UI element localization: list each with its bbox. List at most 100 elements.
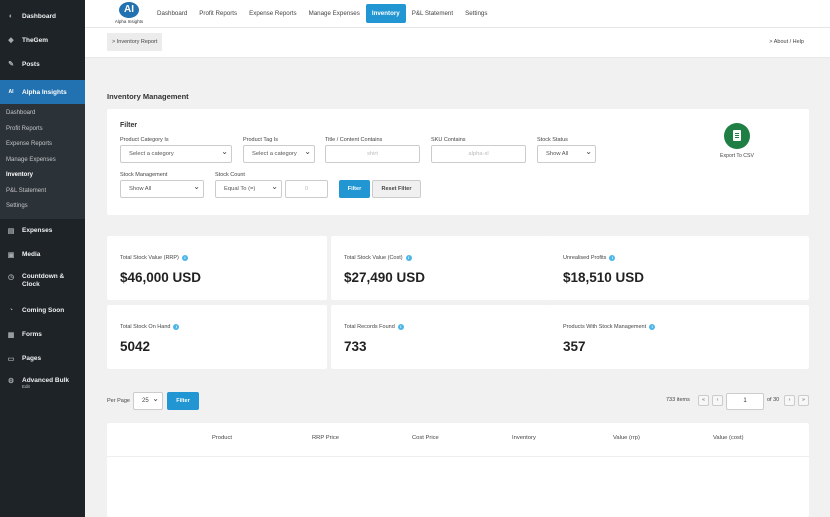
product-category-label: Product Category Is (120, 137, 169, 143)
stock-count-label: Stock Count (215, 172, 245, 178)
submenu-pl-statement[interactable]: P&L Statement (0, 184, 85, 200)
items-count: 733 items (666, 397, 690, 403)
about-help-link[interactable]: > About / Help (769, 39, 804, 45)
next-page-button[interactable]: › (784, 395, 795, 406)
total-pages: of 30 (767, 397, 780, 403)
sidebar-item-label: Dashboard (22, 12, 56, 20)
tab-pl-statement[interactable]: P&L Statement (406, 4, 459, 23)
main-content: Inventory Management Filter Product Cate… (85, 58, 830, 517)
last-page-button[interactable]: » (798, 395, 809, 406)
stat-label: Total Records Found i (344, 324, 404, 330)
product-tag-select[interactable]: Select a category (243, 145, 315, 163)
ai-icon: AI (8, 89, 14, 95)
tab-dashboard[interactable]: Dashboard (151, 4, 193, 23)
product-category-select[interactable]: Select a category (120, 145, 232, 163)
stock-status-select[interactable]: Show All (537, 145, 596, 163)
sidebar-item-label: Alpha Insights (22, 88, 67, 96)
sidebar-item-label: Forms (22, 331, 42, 338)
submenu-manage-expenses[interactable]: Manage Expenses (0, 153, 85, 169)
sidebar-item-countdown[interactable]: ◷ Countdown & Clock (0, 267, 85, 299)
stat-card-stock-value-rrp: Total Stock Value (RRP) i $46,000 USD (107, 236, 327, 300)
submenu-inventory[interactable]: Inventory (0, 168, 85, 184)
media-icon: ▣ (7, 251, 15, 259)
sidebar-item-label: Pages (22, 355, 42, 362)
column-header-value-cost[interactable]: Value (cost) (713, 435, 744, 441)
inventory-table: Product RRP Price Cost Price Inventory V… (107, 423, 809, 517)
stat-value: $18,510 USD (563, 270, 645, 285)
title-contains-input[interactable]: shirt (325, 145, 420, 163)
stat-value: 357 (563, 339, 586, 354)
stat-card-stock-value-cost: Total Stock Value (Cost) i $27,490 USD (331, 236, 551, 300)
breadcrumb[interactable]: > Inventory Report (107, 33, 163, 51)
column-header-product[interactable]: Product (212, 435, 232, 441)
submenu-dashboard[interactable]: Dashboard (0, 106, 85, 122)
stat-label-text: Products With Stock Management (563, 324, 647, 330)
stock-status-label: Stock Status (537, 137, 568, 143)
stat-label: Total Stock On Hand i (120, 324, 180, 330)
export-csv-button[interactable]: Export To CSV (711, 123, 763, 159)
tab-inventory[interactable]: Inventory (365, 4, 406, 23)
filter-button[interactable]: Filter (339, 180, 370, 198)
stat-label: Total Stock Value (Cost) i (344, 255, 412, 261)
info-icon[interactable]: i (609, 255, 616, 261)
export-csv-label: Export To CSV (720, 153, 754, 159)
reset-filter-button[interactable]: Reset Filter (372, 180, 421, 198)
tab-expense-reports[interactable]: Expense Reports (243, 4, 302, 23)
stat-label-text: Unrealised Profits (563, 255, 607, 261)
per-page-filter-button[interactable]: Filter (167, 392, 199, 410)
first-page-button[interactable]: « (698, 395, 709, 406)
sidebar-item-dashboard[interactable]: ◐ Dashboard (0, 4, 85, 28)
sidebar-item-label: Expenses (22, 227, 53, 234)
column-header-rrp-price[interactable]: RRP Price (312, 435, 339, 441)
logo-text: Alpha Insights (114, 19, 144, 24)
stock-management-label: Stock Management (120, 172, 168, 178)
sidebar-item-thegem[interactable]: ◆ TheGem (0, 28, 85, 52)
page-title: Inventory Management (107, 92, 189, 101)
product-tag-label: Product Tag Is (243, 137, 279, 143)
sidebar-item-coming-soon[interactable]: ◔ Coming Soon (0, 299, 85, 323)
per-page-select[interactable]: 25 (133, 391, 163, 410)
column-header-cost-price[interactable]: Cost Price (412, 435, 439, 441)
info-icon[interactable]: i (649, 324, 656, 330)
sidebar-item-expenses[interactable]: ▤ Expenses (0, 219, 85, 243)
info-icon[interactable]: i (397, 324, 404, 330)
prev-page-button[interactable]: ‹ (712, 395, 723, 406)
submenu-expense-reports[interactable]: Expense Reports (0, 137, 85, 153)
submenu-profit-reports[interactable]: Profit Reports (0, 122, 85, 138)
info-icon[interactable]: i (405, 255, 412, 261)
sidebar-item-alpha-insights[interactable]: AI Alpha Insights (0, 80, 85, 104)
sidebar-item-label: Media (22, 251, 41, 258)
sidebar-item-pages[interactable]: ▭ Pages (0, 347, 85, 371)
stock-count-operator-select[interactable]: Equal To (=) (215, 180, 282, 198)
sidebar-item-forms[interactable]: ▦ Forms (0, 323, 85, 347)
sidebar-item-media[interactable]: ▣ Media (0, 243, 85, 267)
alpha-insights-logo[interactable]: AI Alpha Insights (111, 2, 147, 24)
table-header-divider (107, 456, 809, 457)
stat-value: $46,000 USD (120, 270, 202, 285)
forms-icon: ▦ (7, 331, 15, 339)
sku-contains-input[interactable]: alpha-xl (431, 145, 526, 163)
info-icon[interactable]: i (173, 324, 180, 330)
stat-label-text: Total Records Found (344, 324, 395, 330)
sidebar-item-label: Advanced Bulk Edit (22, 377, 69, 389)
per-page-label: Per Page (107, 398, 130, 404)
stat-card-stock-management-products: Products With Stock Management i 357 (550, 305, 809, 369)
tab-settings[interactable]: Settings (459, 4, 493, 23)
stock-count-input[interactable]: 0 (285, 180, 328, 198)
pin-icon: ✎ (8, 61, 14, 68)
sidebar-item-posts[interactable]: ✎ Posts (0, 52, 85, 76)
column-header-value-rrp[interactable]: Value (rrp) (613, 435, 640, 441)
tab-profit-reports[interactable]: Profit Reports (193, 4, 243, 23)
stat-card-records-found: Total Records Found i 733 (331, 305, 551, 369)
sub-header: > Inventory Report > About / Help (85, 28, 830, 58)
info-icon[interactable]: i (181, 255, 188, 261)
sidebar-item-label: Countdown & Clock (22, 272, 65, 288)
advanced-bulk-sublabel: Edit (22, 383, 30, 389)
sidebar-item-advanced-bulk-edit[interactable]: ⚙ Advanced Bulk Edit (0, 371, 85, 403)
stock-management-select[interactable]: Show All (120, 180, 204, 198)
stat-label: Products With Stock Management i (563, 324, 656, 330)
submenu-settings[interactable]: Settings (0, 199, 85, 215)
current-page-input[interactable]: 1 (726, 393, 764, 410)
tab-manage-expenses[interactable]: Manage Expenses (303, 4, 366, 23)
column-header-inventory[interactable]: Inventory (512, 435, 536, 441)
